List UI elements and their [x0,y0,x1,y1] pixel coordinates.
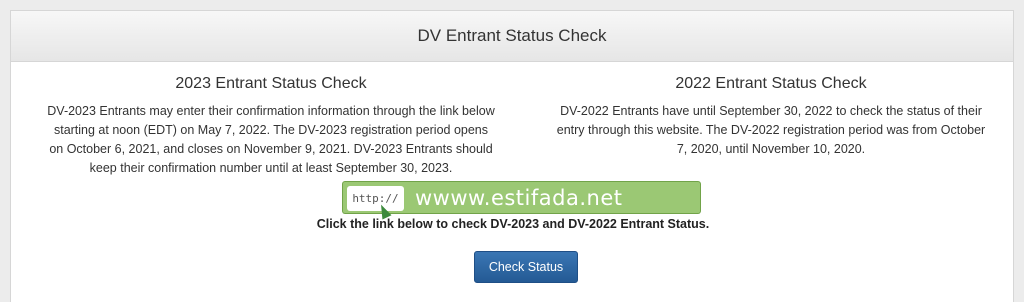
watermark-text: wwww.estifada.net [415,186,623,210]
section-2023: 2023 Entrant Status Check DV-2023 Entran… [46,73,496,178]
instruction-text: Click the link below to check DV-2023 an… [316,217,710,231]
section-2023-heading: 2023 Entrant Status Check [175,75,367,92]
check-status-button[interactable]: Check Status [474,251,578,283]
status-check-panel: DV Entrant Status Check 2023 Entrant Sta… [10,10,1014,302]
watermark-banner: http:// wwww.estifada.net [342,181,701,220]
section-2023-body: DV-2023 Entrants may enter their confirm… [47,104,495,175]
section-2022: 2022 Entrant Status Check DV-2022 Entran… [551,73,991,159]
section-2022-body: DV-2022 Entrants have until September 30… [556,104,986,156]
watermark-url-box: http:// [347,186,404,211]
panel-title: DV Entrant Status Check [11,11,1013,62]
section-2022-heading: 2022 Entrant Status Check [675,75,867,92]
